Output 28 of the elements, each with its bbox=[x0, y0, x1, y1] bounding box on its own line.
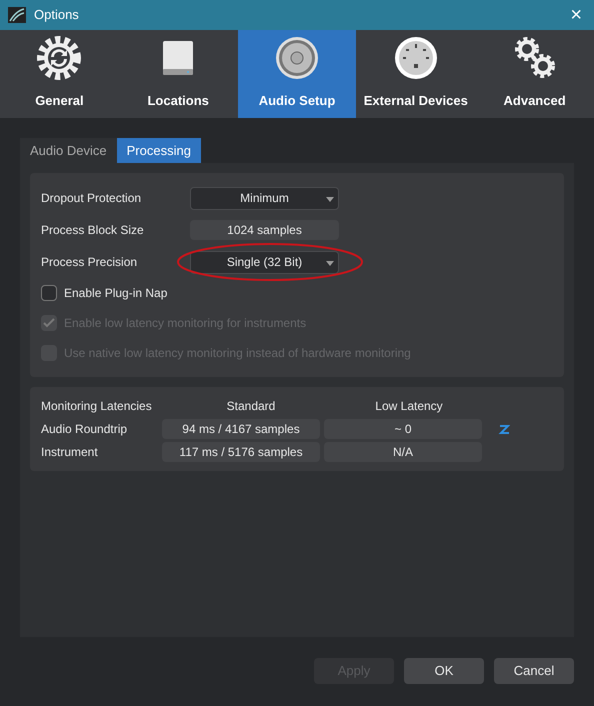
column-header: Monitoring Latencies bbox=[41, 398, 153, 415]
latency-value: 94 ms / 4167 samples bbox=[162, 419, 320, 439]
category-tab[interactable]: Audio Setup bbox=[238, 30, 356, 118]
latency-value: ~ 0 bbox=[324, 419, 482, 439]
dialog-button[interactable]: OK bbox=[404, 658, 484, 684]
checkbox[interactable] bbox=[41, 285, 57, 301]
caret-icon bbox=[326, 260, 334, 266]
window-title: Options bbox=[34, 6, 79, 24]
dropdown[interactable]: Minimum bbox=[190, 186, 339, 210]
latency-value: N/A bbox=[324, 442, 482, 462]
dropdown[interactable]: Single (32 Bit) bbox=[190, 250, 339, 274]
check-icon bbox=[43, 318, 55, 328]
close-button[interactable]: × bbox=[566, 5, 586, 25]
setting-label: Process Precision bbox=[41, 254, 138, 271]
column-header: Standard bbox=[226, 398, 276, 415]
row-label: Instrument bbox=[41, 444, 99, 461]
caret-icon bbox=[326, 196, 334, 202]
checkbox-label: Enable Plug-in Nap bbox=[64, 285, 168, 302]
column-header: Low Latency bbox=[374, 398, 444, 415]
tab[interactable]: Processing bbox=[116, 138, 201, 163]
readout-field: 1024 samples bbox=[190, 220, 339, 240]
tab[interactable]: Audio Device bbox=[20, 138, 117, 163]
latency-value: 117 ms / 5176 samples bbox=[162, 442, 320, 462]
dialog-button[interactable]: Cancel bbox=[494, 658, 574, 684]
setting-label: Process Block Size bbox=[41, 222, 145, 239]
setting-label: Dropout Protection bbox=[41, 190, 142, 207]
app-logo-icon bbox=[8, 7, 26, 23]
row-label: Audio Roundtrip bbox=[41, 421, 128, 438]
